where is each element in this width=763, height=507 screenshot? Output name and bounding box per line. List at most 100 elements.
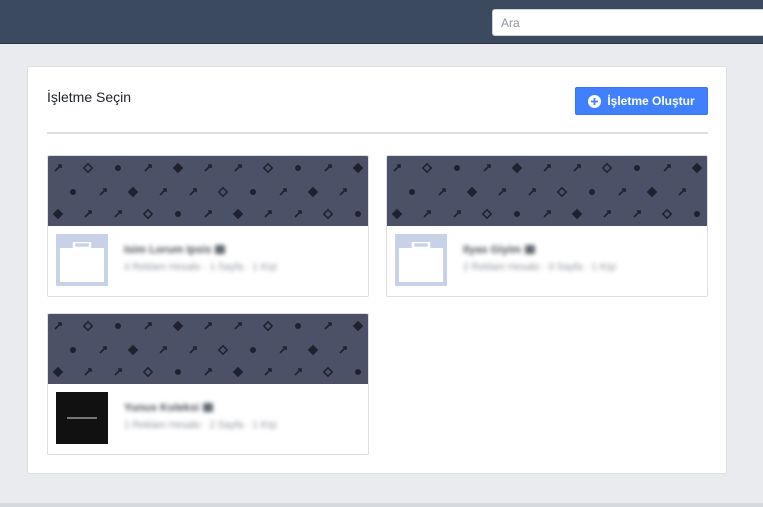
cover-pattern-glyph xyxy=(295,165,301,171)
lock-icon xyxy=(525,245,536,254)
cover-pattern-glyph xyxy=(511,162,523,174)
cover-pattern-glyph xyxy=(352,320,364,332)
top-navigation-bar xyxy=(0,0,763,44)
business-meta: 2 Reklam Hesabı · 0 Sayfa · 1 Kişi xyxy=(463,262,616,273)
cover-pattern-glyph xyxy=(115,165,121,171)
cover-pattern-glyph xyxy=(114,210,122,218)
cover-pattern-glyph xyxy=(189,188,197,196)
cover-pattern-glyph xyxy=(159,188,167,196)
cover-pattern-glyph xyxy=(172,162,184,174)
business-name: Yunus Koleksi xyxy=(124,402,214,414)
cover-pattern-glyph xyxy=(589,189,595,195)
cover-pattern-glyph xyxy=(661,208,673,220)
lock-icon xyxy=(215,245,226,254)
cover-pattern-glyph xyxy=(217,344,229,356)
cover-pattern-glyph xyxy=(262,320,274,332)
cover-pattern-glyph xyxy=(481,208,493,220)
cover-pattern-glyph xyxy=(264,368,272,376)
cover-pattern-glyph xyxy=(54,164,62,172)
cover-pattern-glyph xyxy=(634,165,640,171)
cover-pattern-glyph xyxy=(528,188,536,196)
cover-pattern-glyph xyxy=(52,366,64,378)
cover-pattern-glyph xyxy=(543,164,551,172)
create-business-button[interactable]: İşletme Oluştur xyxy=(575,87,708,115)
lock-icon xyxy=(203,403,214,412)
cover-pattern-glyph xyxy=(234,164,242,172)
cover-pattern-glyph xyxy=(279,346,287,354)
cover-pattern-glyph xyxy=(189,346,197,354)
cover-pattern-glyph xyxy=(84,368,92,376)
business-card[interactable]: Isim Lorum Ipsis 4 Reklam Hesabı · 1 Say… xyxy=(47,155,369,297)
cover-pattern-glyph xyxy=(84,210,92,218)
cover-pattern-glyph xyxy=(573,164,581,172)
card-cover-pattern xyxy=(48,314,368,384)
cover-pattern-glyph xyxy=(322,208,334,220)
cover-pattern-glyph xyxy=(172,320,184,332)
business-thumbnail xyxy=(395,234,447,286)
cover-pattern-glyph xyxy=(453,210,461,218)
cover-pattern-glyph xyxy=(618,188,626,196)
cover-pattern-glyph xyxy=(409,189,415,195)
cover-pattern-glyph xyxy=(691,162,703,174)
cover-pattern-glyph xyxy=(663,164,671,172)
cover-pattern-glyph xyxy=(204,368,212,376)
cover-pattern-glyph xyxy=(52,208,64,220)
cover-pattern-glyph xyxy=(295,323,301,329)
divider xyxy=(47,132,708,134)
business-name: Ilyas Giyim xyxy=(463,244,536,256)
cover-pattern-glyph xyxy=(144,164,152,172)
cover-pattern-glyph xyxy=(601,162,613,174)
cover-pattern-glyph xyxy=(204,164,212,172)
cover-pattern-glyph xyxy=(82,162,94,174)
cover-pattern-glyph xyxy=(355,211,361,217)
cover-pattern-glyph xyxy=(232,366,244,378)
cover-pattern-glyph xyxy=(99,188,107,196)
cover-pattern-glyph xyxy=(322,366,334,378)
cover-pattern-glyph xyxy=(294,368,302,376)
page-title: İşletme Seçin xyxy=(47,89,132,105)
briefcase-icon xyxy=(60,242,104,282)
business-card[interactable]: Ilyas Giyim 2 Reklam Hesabı · 0 Sayfa · … xyxy=(386,155,708,297)
cover-pattern-glyph xyxy=(294,210,302,218)
business-meta: 1 Reklam Hesabı · 2 Sayfa · 1 Kişi xyxy=(124,420,277,431)
cover-pattern-glyph xyxy=(603,210,611,218)
cover-pattern-glyph xyxy=(438,188,446,196)
cover-pattern-glyph xyxy=(127,344,139,356)
cover-pattern-glyph xyxy=(423,210,431,218)
cover-pattern-glyph xyxy=(217,186,229,198)
plus-circle-icon xyxy=(588,94,602,108)
cover-pattern-glyph xyxy=(543,210,551,218)
cover-pattern-glyph xyxy=(234,322,242,330)
cover-pattern-glyph xyxy=(339,346,347,354)
cover-pattern-glyph xyxy=(144,322,152,330)
cover-pattern-glyph xyxy=(393,164,401,172)
briefcase-icon xyxy=(399,242,443,282)
cover-pattern-glyph xyxy=(114,368,122,376)
cover-pattern-glyph xyxy=(159,346,167,354)
cover-pattern-glyph xyxy=(352,162,364,174)
cover-pattern-glyph xyxy=(391,208,403,220)
cover-pattern-glyph xyxy=(262,162,274,174)
card-cover-pattern xyxy=(48,156,368,226)
cover-pattern-glyph xyxy=(454,165,460,171)
cover-pattern-glyph xyxy=(264,210,272,218)
card-cover-pattern xyxy=(387,156,707,226)
cover-pattern-glyph xyxy=(204,322,212,330)
cover-pattern-glyph xyxy=(70,347,76,353)
cover-pattern-glyph xyxy=(250,189,256,195)
cover-pattern-glyph xyxy=(678,188,686,196)
cover-pattern-glyph xyxy=(142,366,154,378)
cover-pattern-glyph xyxy=(324,164,332,172)
business-card[interactable]: Yunus Koleksi 1 Reklam Hesabı · 2 Sayfa … xyxy=(47,313,369,455)
cover-pattern-glyph xyxy=(571,208,583,220)
cover-pattern-glyph xyxy=(498,188,506,196)
cover-pattern-glyph xyxy=(339,188,347,196)
search-input[interactable] xyxy=(492,9,763,36)
cover-pattern-glyph xyxy=(127,186,139,198)
cover-pattern-glyph xyxy=(115,323,121,329)
business-thumbnail xyxy=(56,392,108,444)
page-bottom-edge xyxy=(0,503,763,507)
cover-pattern-glyph xyxy=(54,322,62,330)
cover-pattern-glyph xyxy=(99,346,107,354)
cover-pattern-glyph xyxy=(204,210,212,218)
